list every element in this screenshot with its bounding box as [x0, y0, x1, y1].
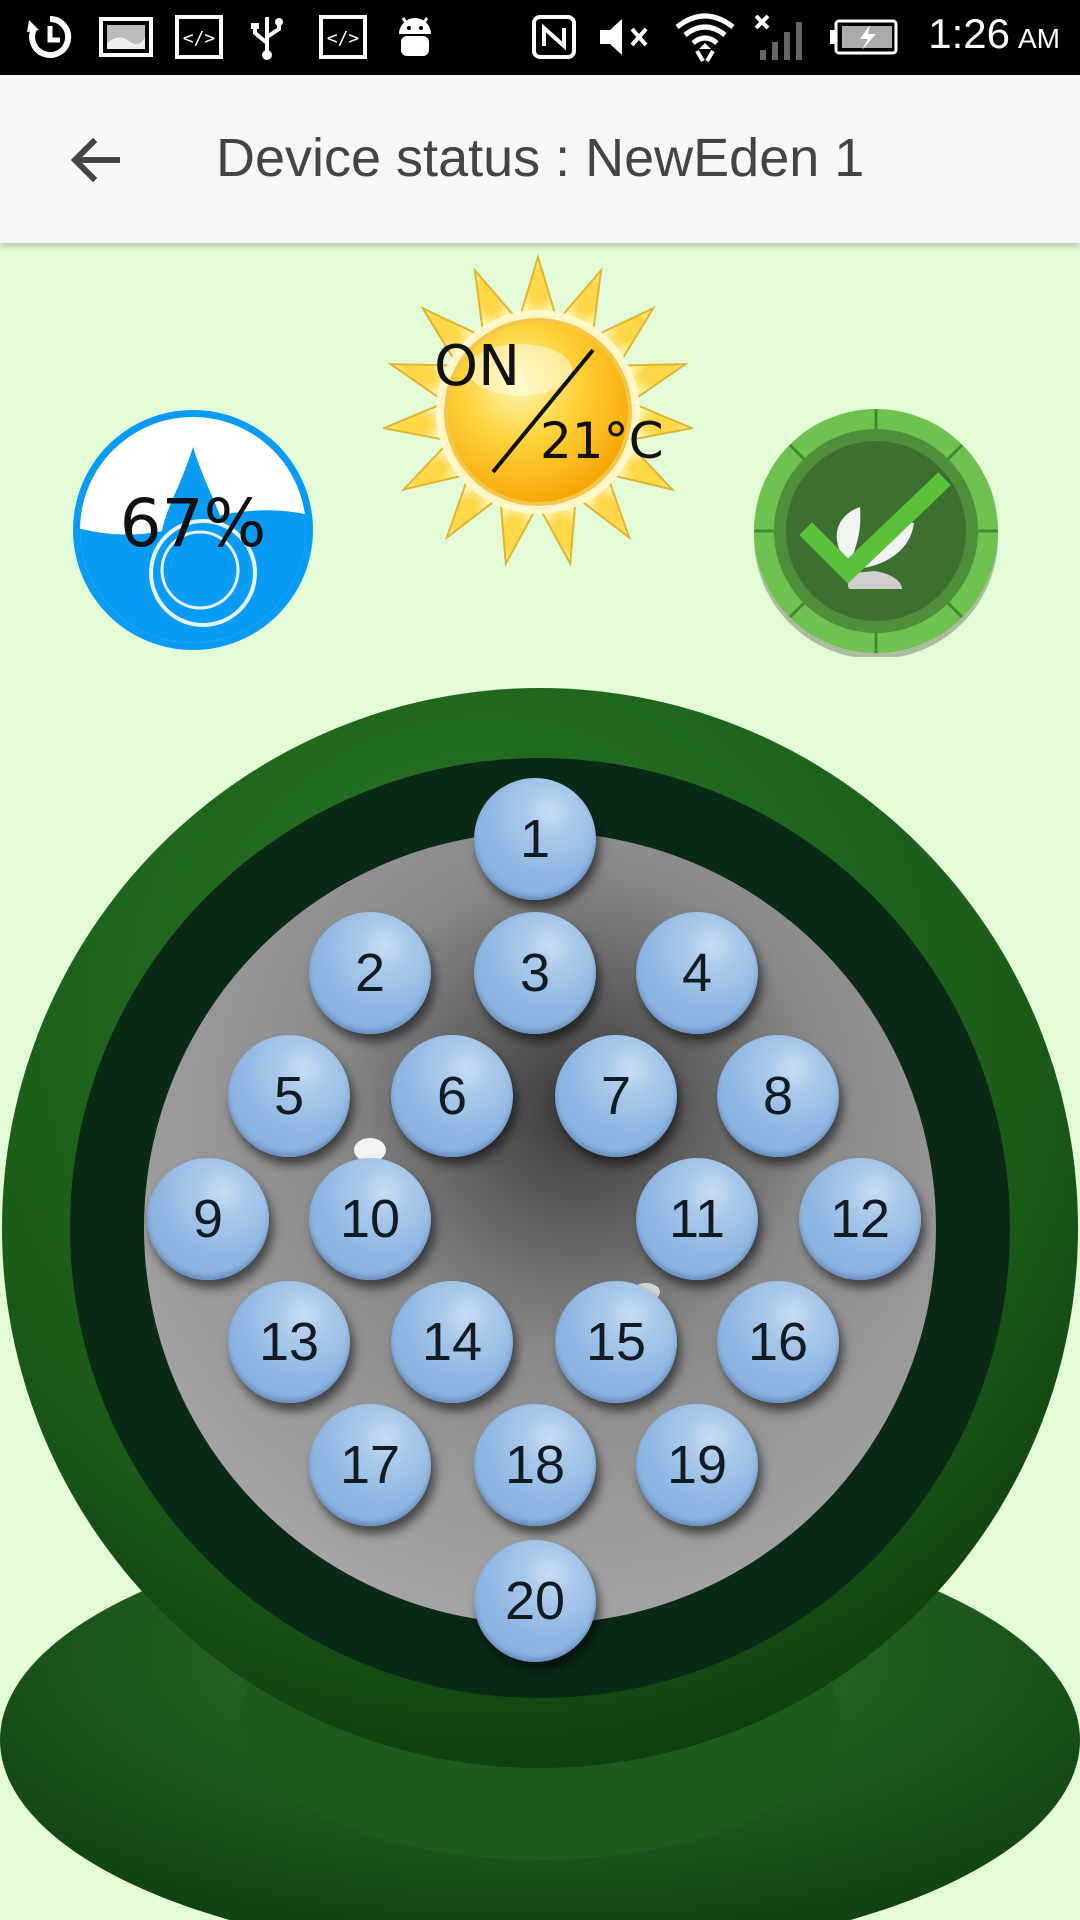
plug-button-2[interactable]: 2: [309, 912, 431, 1034]
gallery-icon: [98, 14, 154, 60]
plug-button-8[interactable]: 8: [717, 1035, 839, 1157]
plug-label: 7: [600, 1066, 632, 1126]
plug-button-9[interactable]: 9: [147, 1158, 269, 1280]
wifi-icon: [670, 13, 740, 63]
plug-label: 14: [421, 1312, 483, 1372]
plug-button-11[interactable]: 11: [636, 1158, 758, 1280]
plug-button-18[interactable]: 18: [474, 1404, 596, 1526]
moisture-indicator[interactable]: 67%: [68, 405, 318, 655]
back-button[interactable]: [62, 127, 128, 193]
plug-label: 2: [354, 943, 386, 1003]
plug-label: 11: [668, 1189, 726, 1249]
plug-button-10[interactable]: 10: [309, 1158, 431, 1280]
plug-button-7[interactable]: 7: [555, 1035, 677, 1157]
no-signal-icon: [750, 14, 814, 60]
plug-button-12[interactable]: 12: [799, 1158, 921, 1280]
plug-button-15[interactable]: 15: [555, 1281, 677, 1403]
android-icon: [390, 14, 440, 60]
svg-text:</>: </>: [183, 28, 216, 49]
sync-icon: [22, 14, 78, 60]
plug-label: 3: [519, 943, 551, 1003]
plug-label: 20: [504, 1571, 566, 1631]
plug-button-17[interactable]: 17: [309, 1404, 431, 1526]
app-bar: Device status : NewEden 1: [0, 75, 1080, 243]
plug-button-20[interactable]: 20: [474, 1540, 596, 1662]
plug-button-14[interactable]: 14: [391, 1281, 513, 1403]
plug-label: 10: [339, 1189, 401, 1249]
plug-button-6[interactable]: 6: [391, 1035, 513, 1157]
plug-button-5[interactable]: 5: [228, 1035, 350, 1157]
plug-label: 8: [762, 1066, 794, 1126]
plug-button-19[interactable]: 19: [636, 1404, 758, 1526]
temperature-value: 21°C: [540, 412, 664, 470]
clock: 1:26 AM: [928, 10, 1060, 66]
svg-text:</>: </>: [327, 28, 360, 49]
mute-icon: [594, 14, 654, 60]
plug-button-13[interactable]: 13: [228, 1281, 350, 1403]
plug-label: 6: [436, 1066, 468, 1126]
usb-icon: [242, 14, 292, 60]
plug-button-3[interactable]: 3: [474, 912, 596, 1034]
code-icon: </>: [172, 14, 226, 60]
arrow-left-icon: [70, 137, 120, 183]
plug-label: 16: [747, 1312, 809, 1372]
code-icon: </>: [316, 14, 370, 60]
page-title: Device status : NewEden 1: [216, 128, 865, 188]
plug-label: 18: [504, 1435, 566, 1495]
plug-label: 17: [339, 1435, 401, 1495]
plug-button-1[interactable]: 1: [474, 778, 596, 900]
plug-label: 4: [681, 943, 713, 1003]
plug-label: 9: [192, 1189, 224, 1249]
light-state: ON: [434, 334, 520, 399]
nfc-icon: [528, 14, 580, 60]
plug-label: 12: [829, 1189, 891, 1249]
plug-label: 19: [666, 1435, 728, 1495]
moisture-value: 67%: [119, 485, 267, 562]
plant-ok-icon: [754, 409, 998, 659]
plug-label: 13: [258, 1312, 320, 1372]
plug-label: 15: [585, 1312, 647, 1372]
plug-button-16[interactable]: 16: [717, 1281, 839, 1403]
plug-label: 5: [273, 1066, 305, 1126]
clock-ampm: AM: [1018, 23, 1060, 54]
status-bar: </> </> 1:26 AM: [0, 0, 1080, 75]
clock-time: 1:26: [928, 10, 1010, 57]
plug-label: 1: [519, 809, 551, 869]
plant-health-indicator[interactable]: [750, 405, 1002, 659]
plug-button-4[interactable]: 4: [636, 912, 758, 1034]
battery-charging-icon: [830, 14, 900, 60]
